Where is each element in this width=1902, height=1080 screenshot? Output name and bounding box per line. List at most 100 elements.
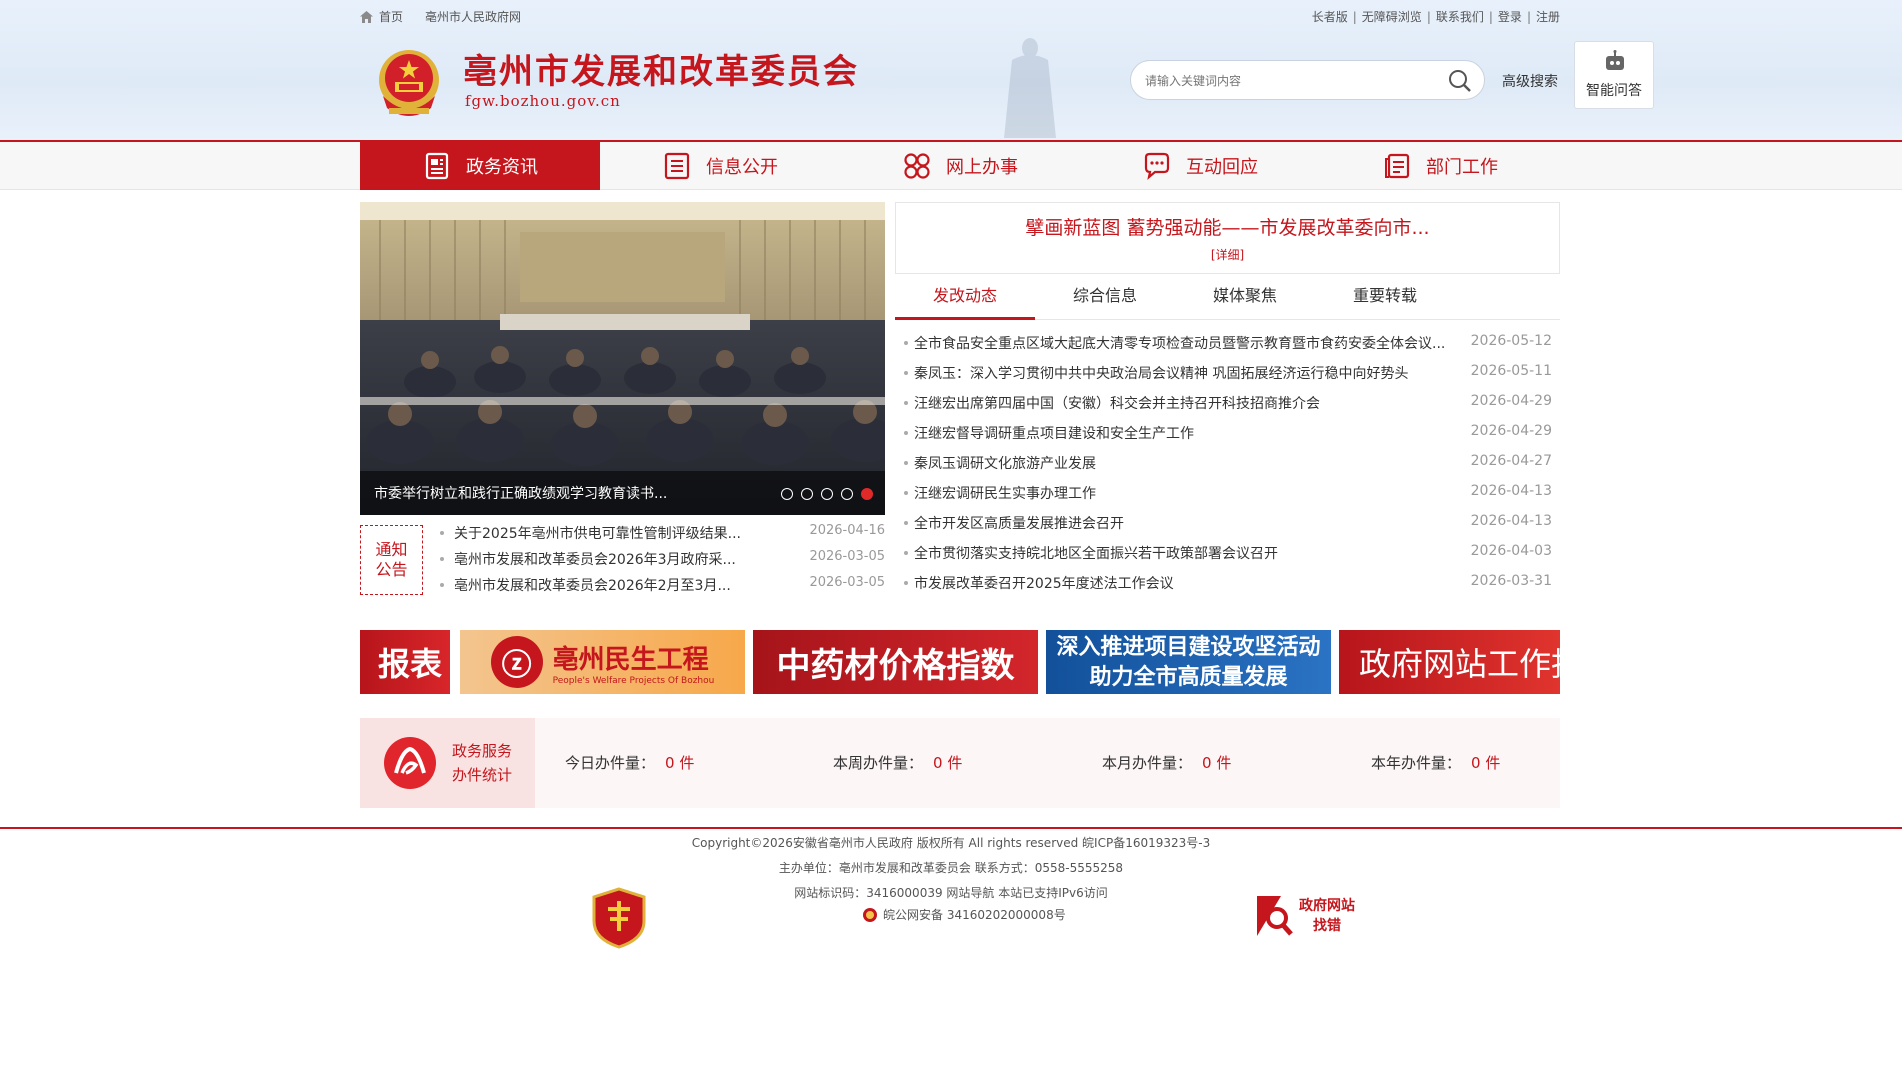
home-link-label: 首页 [379, 10, 404, 24]
photo-slider[interactable]: 市委举行树立和践行正确政绩观学习教育读书... [360, 202, 885, 515]
news-item[interactable]: 汪继宏调研民生实事办理工作 2026-04-13 [895, 478, 1560, 508]
notice-title[interactable]: 亳州市发展和改革委员会2026年2月至3月... [454, 575, 774, 595]
news-item[interactable]: 全市开发区高质量发展推进会召开 2026-04-13 [895, 508, 1560, 538]
news-date: 2026-04-29 [1470, 393, 1552, 409]
banner-herb-price-index[interactable]: 中药材价格指数 [753, 630, 1038, 694]
stats-title-line1: 政务服务 [452, 742, 513, 760]
party-gov-badge-icon[interactable] [592, 887, 646, 949]
news-item[interactable]: 全市贯彻落实支持皖北地区全面振兴若干政策部署会议召开 2026-04-03 [895, 538, 1560, 568]
advanced-search-link[interactable]: 高级搜索 [1502, 71, 1558, 91]
topbar: 首页 亳州市人民政府网 长者版 | 无障碍浏览 | 联系我们 | 登录 | 注册 [360, 8, 1560, 28]
news-title[interactable]: 汪继宏督导调研重点项目建设和安全生产工作 [914, 423, 1469, 443]
banner-livelihood-subtitle: People's Welfare Projects Of Bozhou [552, 675, 715, 686]
statue-watermark [1004, 38, 1056, 138]
news-title[interactable]: 全市贯彻落实支持皖北地区全面振兴若干政策部署会议召开 [914, 543, 1469, 563]
notice-title[interactable]: 亳州市发展和改革委员会2026年3月政府采... [454, 549, 774, 569]
notice-badge-line2: 公告 [375, 560, 408, 579]
news-item[interactable]: 汪继宏督导调研重点项目建设和安全生产工作 2026-04-29 [895, 418, 1560, 448]
notice-item[interactable]: 亳州市发展和改革委员会2026年2月至3月... 2026-03-05 [437, 572, 885, 598]
news-title[interactable]: 汪继宏出席第四届中国（安徽）科交会并主持召开科技招商推介会 [914, 393, 1469, 413]
banner-project-campaign[interactable]: 深入推进项目建设攻坚活动 助力全市高质量发展 [1046, 630, 1331, 694]
banner-livelihood-project[interactable]: ⓩ 亳州民生工程 People's Welfare Projects Of Bo… [460, 630, 745, 694]
stat-month: 本月办件量： 0 件 [1102, 752, 1231, 773]
login-link[interactable]: 登录 [1498, 8, 1522, 25]
news-item[interactable]: 汪继宏出席第四届中国（安徽）科交会并主持召开科技招商推介会 2026-04-29 [895, 388, 1560, 418]
main-nav-band: 政务资讯 信息公开 网上办事 互动回应 部门工作 [0, 140, 1902, 190]
main-nav: 政务资讯 信息公开 网上办事 互动回应 部门工作 [360, 142, 1560, 190]
news-list: 全市食品安全重点区域大起底大清零专项检查动员暨警示教育暨市食药安委全体会议...… [895, 328, 1560, 598]
banner-website-report[interactable]: 政府网站工作报 [1339, 630, 1560, 694]
headline-box: 擘画新蓝图 蓄势强动能——市发展改革委向市... [详细] [895, 202, 1560, 274]
news-item[interactable]: 市发展改革委召开2025年度述法工作会议 2026-03-31 [895, 568, 1560, 598]
banner-report[interactable]: 报表 [360, 630, 450, 694]
news-title[interactable]: 全市开发区高质量发展推进会召开 [914, 513, 1469, 533]
bullet-icon [904, 461, 908, 465]
slider-dot[interactable] [781, 488, 793, 500]
news-title[interactable]: 全市食品安全重点区域大起底大清零专项检查动员暨警示教育暨市食药安委全体会议... [914, 333, 1469, 353]
news-title[interactable]: 市发展改革委召开2025年度述法工作会议 [914, 573, 1469, 593]
home-icon [360, 10, 373, 23]
tab-general-info[interactable]: 综合信息 [1035, 280, 1175, 320]
notice-title[interactable]: 关于2025年亳州市供电可靠性管制评级结果... [454, 523, 774, 543]
home-link[interactable]: 首页 [360, 8, 403, 25]
gov-site-error-report[interactable]: 政府网站 找错 [1255, 892, 1355, 940]
news-title[interactable]: 秦凤玉调研文化旅游产业发展 [914, 453, 1469, 473]
police-record-text: 皖公网安备 34160202000008号 [883, 908, 1066, 922]
notice-item[interactable]: 亳州市发展和改革委员会2026年3月政府采... 2026-03-05 [437, 546, 885, 572]
nav-label: 部门工作 [1426, 157, 1498, 178]
error-report-line1: 政府网站 [1299, 898, 1355, 914]
contact-link[interactable]: 联系我们 [1436, 8, 1484, 25]
stat-value: 0 件 [1202, 754, 1232, 772]
news-item[interactable]: 秦凤玉调研文化旅游产业发展 2026-04-27 [895, 448, 1560, 478]
ai-qa-button[interactable]: 智能问答 [1574, 41, 1654, 109]
stat-value: 0 件 [1471, 754, 1501, 772]
slider-dot[interactable] [841, 488, 853, 500]
bullet-icon [440, 531, 444, 535]
stat-label: 本月办件量： [1102, 754, 1193, 772]
tab-important-reprints[interactable]: 重要转载 [1315, 280, 1455, 320]
news-date: 2026-04-29 [1470, 423, 1552, 439]
news-tabs: 发改动态 综合信息 媒体聚焦 重要转载 [895, 280, 1560, 320]
site-title[interactable]: 亳州市发展和改革委员会 [463, 44, 859, 93]
nav-item-department-work[interactable]: 部门工作 [1320, 142, 1560, 190]
nav-item-info-disclosure[interactable]: 信息公开 [600, 142, 840, 190]
news-title[interactable]: 秦凤玉：深入学习贯彻中共中央政治局会议精神 巩固拓展经济运行稳中向好势头 [914, 363, 1469, 383]
notice-badge[interactable]: 通知 公告 [360, 525, 423, 595]
news-title[interactable]: 汪继宏调研民生实事办理工作 [914, 483, 1469, 503]
nav-item-news[interactable]: 政务资讯 [360, 142, 600, 190]
news-date: 2026-04-13 [1470, 513, 1552, 529]
news-date: 2026-04-13 [1470, 483, 1552, 499]
footer-police-record[interactable]: 皖公网安备 34160202000008号 [862, 906, 1066, 923]
stat-value: 0 件 [665, 754, 695, 772]
news-icon [425, 152, 449, 180]
notice-date: 2026-04-16 [809, 523, 885, 538]
tab-media-focus[interactable]: 媒体聚焦 [1175, 280, 1315, 320]
news-item[interactable]: 全市食品安全重点区域大起底大清零专项检查动员暨警示教育暨市食药安委全体会议...… [895, 328, 1560, 358]
stats-title-line2: 办件统计 [452, 766, 513, 784]
register-link[interactable]: 注册 [1536, 8, 1560, 25]
news-date: 2026-05-12 [1470, 333, 1552, 349]
notice-item[interactable]: 关于2025年亳州市供电可靠性管制评级结果... 2026-04-16 [437, 520, 885, 546]
search-icon[interactable] [1448, 69, 1472, 93]
tab-dev-reform-news[interactable]: 发改动态 [895, 280, 1035, 320]
nav-item-online-service[interactable]: 网上办事 [840, 142, 1080, 190]
accessibility-link[interactable]: 无障碍浏览 [1362, 8, 1422, 25]
news-item[interactable]: 秦凤玉：深入学习贯彻中共中央政治局会议精神 巩固拓展经济运行稳中向好势头 2026… [895, 358, 1560, 388]
news-date: 2026-03-31 [1470, 573, 1552, 589]
headline-more-link[interactable]: [详细] [896, 246, 1559, 263]
slider-dot[interactable] [821, 488, 833, 500]
stat-value: 0 件 [933, 754, 963, 772]
search-input[interactable] [1145, 70, 1425, 92]
gov-site-link[interactable]: 亳州市人民政府网 [425, 8, 521, 25]
nav-item-interaction[interactable]: 互动回应 [1080, 142, 1320, 190]
service-stats-head: 政务服务 办件统计 [360, 718, 535, 808]
department-icon [1385, 153, 1410, 179]
slider-caption[interactable]: 市委举行树立和践行正确政绩观学习教育读书... [374, 483, 667, 503]
search-box [1130, 60, 1485, 100]
slider-dot-active[interactable] [861, 488, 873, 500]
elder-mode-link[interactable]: 长者版 [1312, 8, 1348, 25]
slider-dot[interactable] [801, 488, 813, 500]
banner-livelihood-title: 亳州民生工程 [552, 644, 709, 675]
headline-title[interactable]: 擘画新蓝图 蓄势强动能——市发展改革委向市... [896, 213, 1559, 240]
notice-badge-line1: 通知 [375, 540, 408, 559]
